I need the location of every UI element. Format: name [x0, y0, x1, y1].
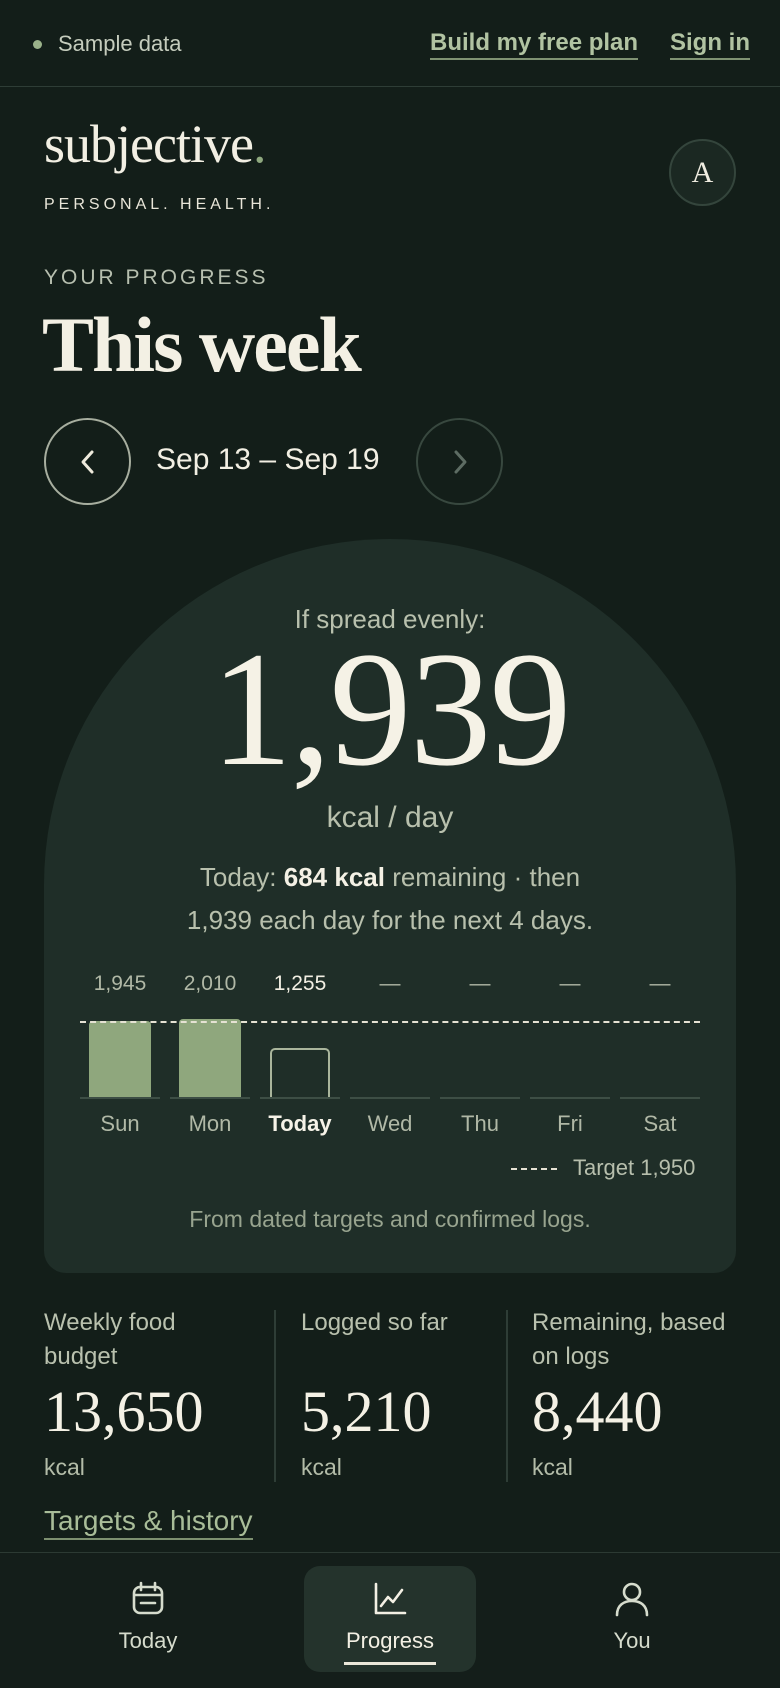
- bar-day-label: Today: [268, 1111, 332, 1136]
- summary-remaining: 684 kcal: [283, 862, 385, 892]
- brand-logo-dot: .: [252, 114, 266, 174]
- brand-logo-text: subjective: [44, 114, 254, 174]
- bar-day-label: Wed: [367, 1111, 413, 1136]
- next-week-button[interactable]: [416, 418, 503, 505]
- bar-baseline: [170, 1097, 250, 1099]
- brand-tagline: PERSONAL. HEALTH.: [44, 196, 275, 213]
- bar-value-label: 1,255: [273, 972, 327, 995]
- stat-unit: kcal: [301, 1454, 342, 1480]
- stat-divider: [506, 1310, 508, 1482]
- avatar[interactable]: A: [669, 139, 736, 206]
- targets-history-link[interactable]: Targets & history: [44, 1505, 253, 1540]
- bar-day-label: Thu: [461, 1111, 499, 1136]
- brand-logo: subjective.: [44, 113, 266, 175]
- bar-day-label: Sun: [100, 1111, 140, 1136]
- stat-label: Weekly food budget: [44, 1309, 176, 1370]
- stat-value: 13,650: [44, 1379, 204, 1444]
- bar-value-label: 1,945: [93, 972, 147, 995]
- today-summary: Today: 684 kcal remaining · then: [0, 862, 780, 893]
- target-legend-dash: [511, 1168, 557, 1170]
- build-plan-link[interactable]: Build my free plan: [430, 29, 639, 60]
- stat-value: 8,440: [532, 1379, 663, 1444]
- bar-value-label: —: [469, 972, 491, 995]
- bar-value-label: —: [649, 972, 671, 995]
- daily-average-number: 1,939: [210, 619, 572, 800]
- section-eyebrow: YOUR PROGRESS: [44, 266, 269, 289]
- stat-value: 5,210: [301, 1379, 432, 1444]
- bar-day-label: Sat: [643, 1111, 677, 1136]
- tab-label: Progress: [345, 1628, 435, 1653]
- bar-value-label: —: [559, 972, 581, 995]
- stat-weekly-budget: Weekly food budget 13,650 kcal: [44, 1306, 244, 1480]
- active-tab-underline: [344, 1662, 436, 1665]
- forecast-summary: 1,939 each day for the next 4 days.: [186, 905, 594, 935]
- card-footnote: From dated targets and confirmed logs.: [189, 1206, 591, 1232]
- user-icon: [615, 1582, 649, 1617]
- bar-baseline: [260, 1097, 340, 1099]
- target-line: [80, 1021, 700, 1023]
- tab-progress[interactable]: Progress: [304, 1566, 476, 1672]
- stat-remaining: Remaining, based on logs 8,440 kcal: [532, 1306, 732, 1480]
- week-range: Sep 13 – Sep 19: [156, 443, 380, 476]
- previous-week-button[interactable]: [44, 418, 131, 505]
- tab-label: Today: [118, 1628, 178, 1653]
- bar: [179, 1019, 241, 1097]
- bar-baseline: [530, 1097, 610, 1099]
- tab-you[interactable]: You: [546, 1566, 718, 1672]
- chart-line-icon: [374, 1582, 407, 1615]
- sign-in-link[interactable]: Sign in: [670, 29, 750, 60]
- top-bar: Sample data Build my free plan Sign in: [0, 0, 780, 87]
- bar-baseline: [440, 1097, 520, 1099]
- chevron-left-icon: [81, 450, 93, 473]
- chevron-right-icon: [454, 450, 466, 473]
- stat-label: Logged so far: [301, 1309, 448, 1336]
- bar-today: [270, 1048, 330, 1097]
- summary-prefix: Today:: [199, 862, 284, 892]
- stat-unit: kcal: [532, 1454, 573, 1480]
- sample-data-label: Sample data: [58, 31, 182, 56]
- daily-average-unit: kcal / day: [326, 801, 454, 834]
- calendar-icon: [132, 1581, 164, 1615]
- tab-label: You: [613, 1628, 651, 1653]
- sample-data-dot: [33, 40, 42, 49]
- stat-label: Remaining, based on logs: [532, 1309, 726, 1370]
- bar-day-label: Mon: [188, 1111, 232, 1136]
- stat-logged: Logged so far 5,210 kcal: [301, 1306, 481, 1480]
- bar-baseline: [350, 1097, 430, 1099]
- bar-value-label: 2,010: [183, 972, 237, 995]
- bar-value-label: —: [379, 972, 401, 995]
- page-title: This week: [42, 301, 362, 388]
- target-legend-label: Target 1,950: [573, 1155, 696, 1180]
- stat-unit: kcal: [44, 1454, 85, 1480]
- summary-suffix: remaining · then: [384, 862, 581, 892]
- stat-divider: [274, 1310, 276, 1482]
- bar-baseline: [620, 1097, 700, 1099]
- bar: [89, 1021, 151, 1097]
- bar-baseline: [80, 1097, 160, 1099]
- tab-today[interactable]: Today: [62, 1566, 234, 1672]
- bar-day-label: Fri: [557, 1111, 583, 1136]
